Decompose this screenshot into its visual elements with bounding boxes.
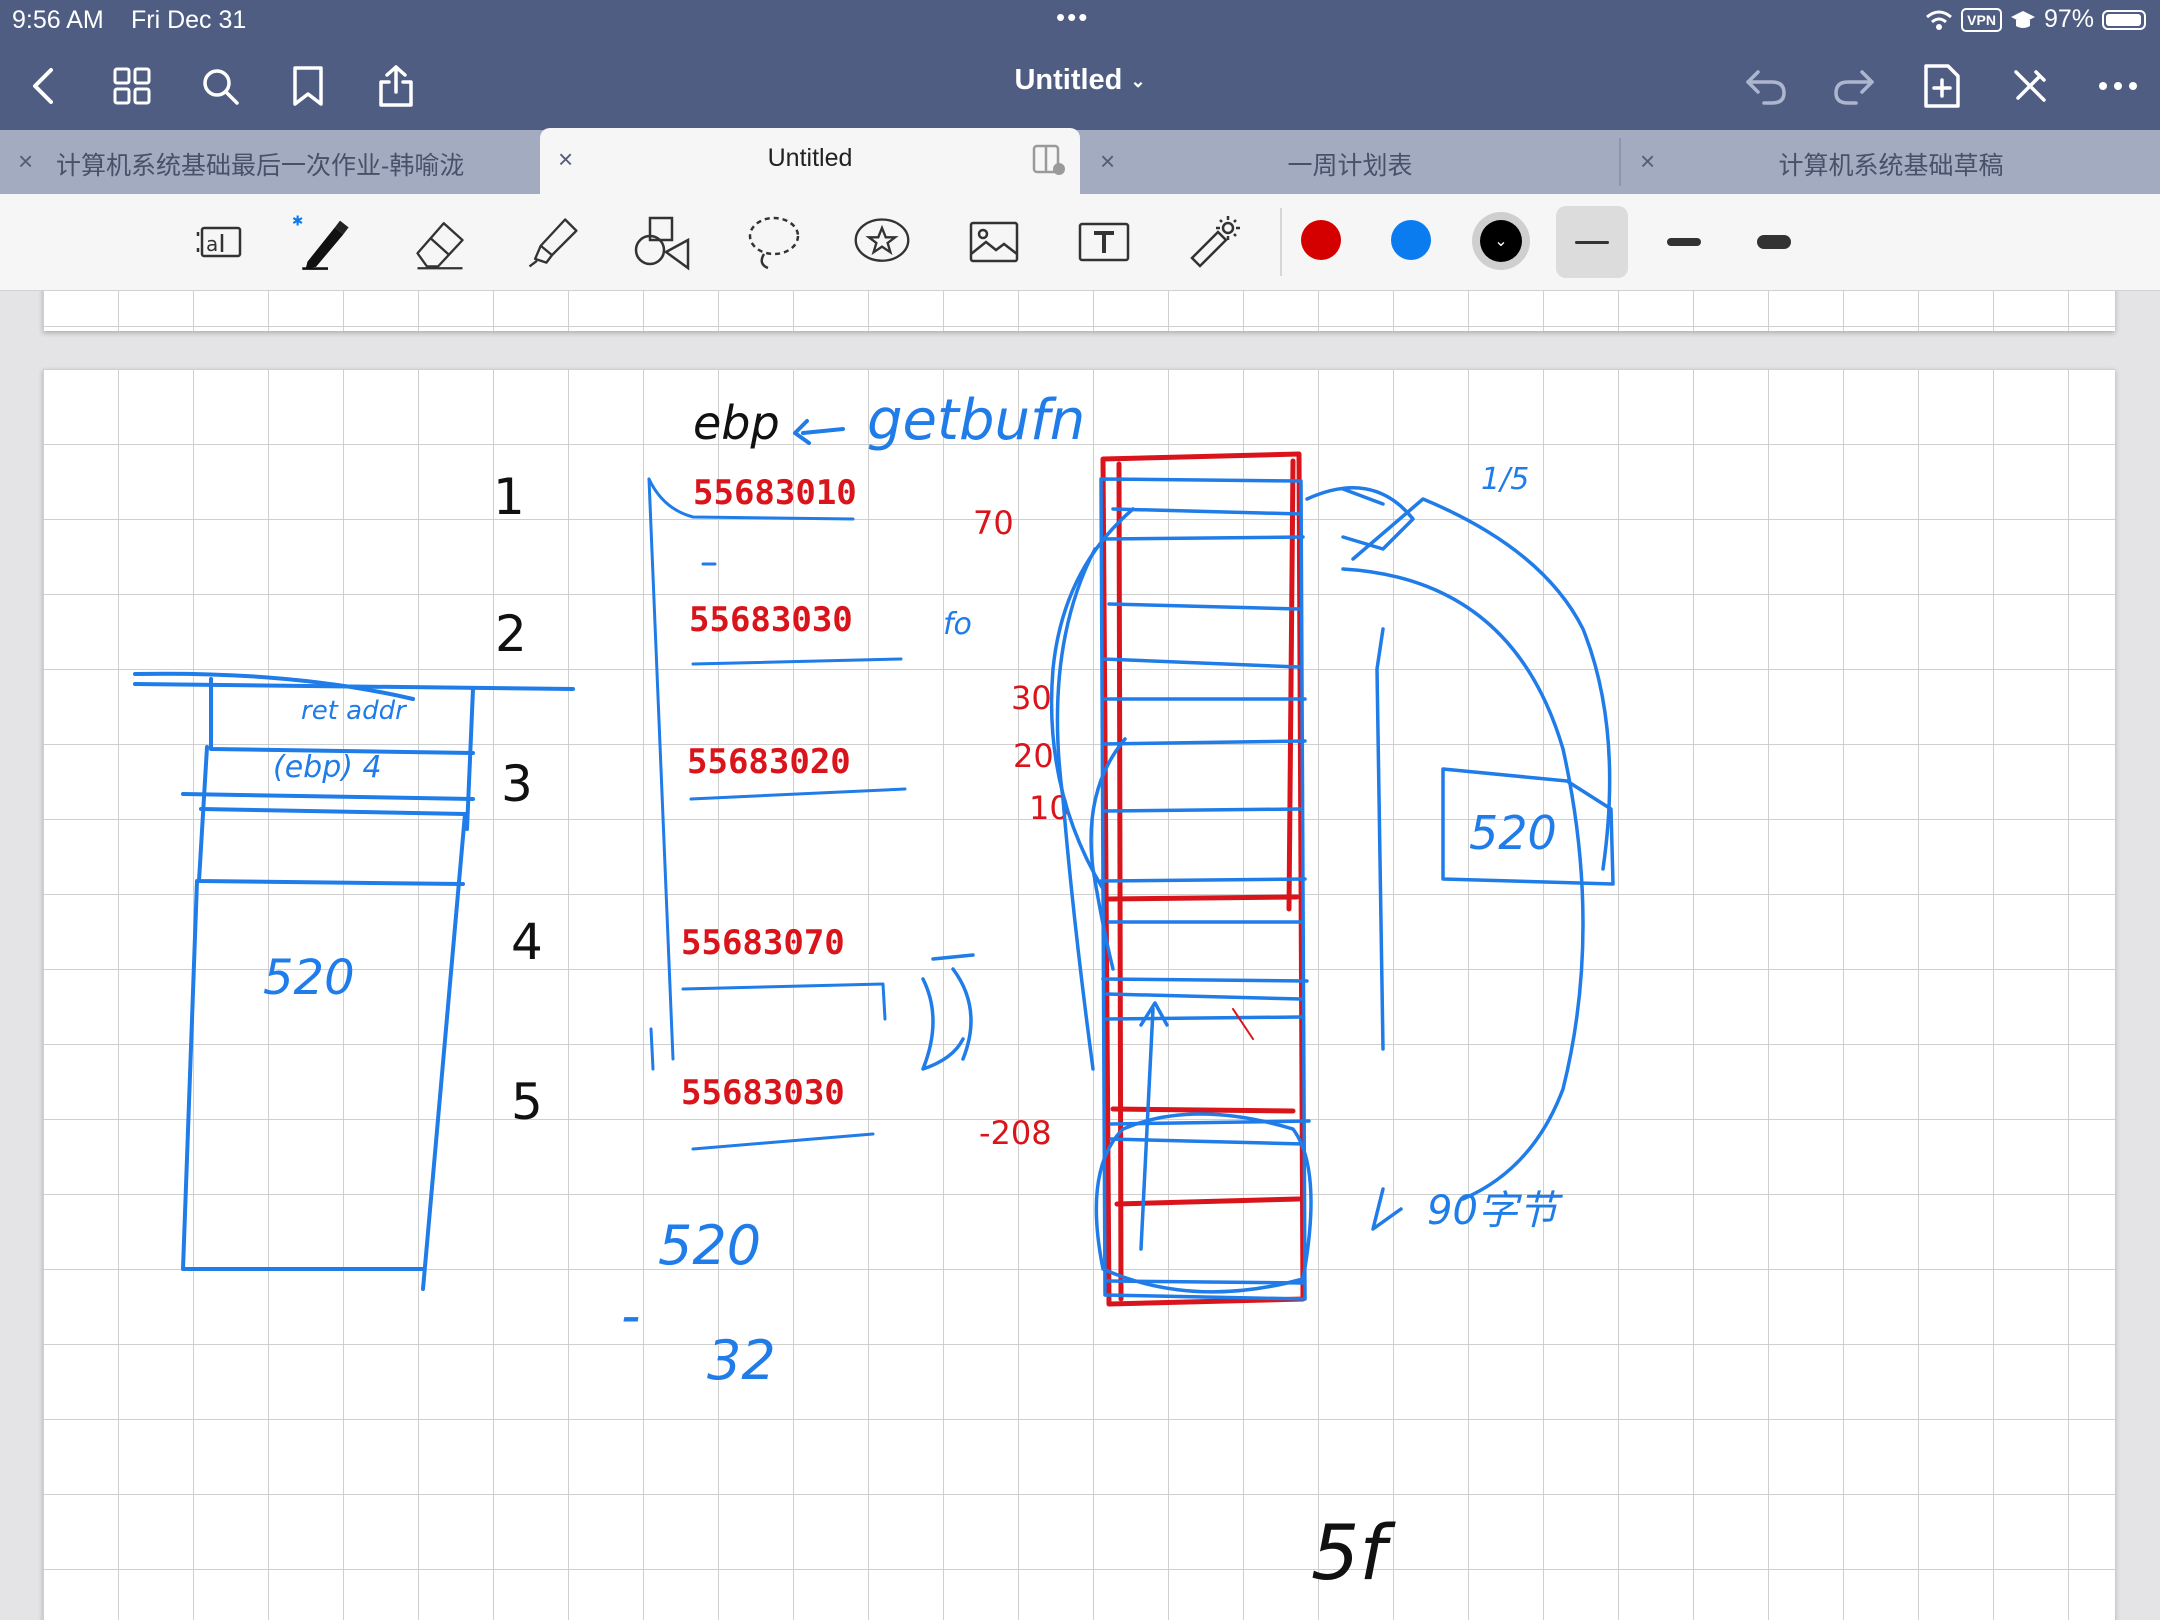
pen-icon[interactable]: ✱ <box>292 212 352 272</box>
wifi-icon <box>1926 10 1953 30</box>
vpn-badge: VPN <box>1961 7 2002 32</box>
tab-draft[interactable]: × 计算机系统基础草稿 <box>1622 130 2160 194</box>
scan-text-icon[interactable]: a <box>190 212 250 272</box>
left-box-size-note: 520 <box>263 950 355 1006</box>
tab-divider <box>1619 138 1621 186</box>
graduation-cap-icon <box>2010 10 2035 28</box>
status-bar: 9:56 AM Fri Dec 31 ••• VPN 97% <box>0 0 2160 40</box>
address-item: 55683010 <box>693 473 857 513</box>
close-tab-icon[interactable]: × <box>18 146 33 177</box>
calc-32: 32 <box>707 1329 776 1392</box>
laser-pointer-icon[interactable] <box>1184 212 1244 272</box>
ebp-label: ebp <box>693 396 780 450</box>
toolbar-divider <box>1280 208 1282 276</box>
address-underlines <box>647 477 907 1151</box>
sticker-icon[interactable] <box>852 212 912 272</box>
previous-page[interactable] <box>43 291 2115 331</box>
undo-icon[interactable] <box>1742 62 1790 110</box>
battery-icon <box>2102 9 2146 30</box>
add-page-icon[interactable] <box>1918 62 1966 110</box>
fraction-note: 1/5 <box>1481 462 1529 497</box>
ink-layer[interactable]: ret addr (ebp) 4 520 1 2 3 4 5 ebp getbu… <box>43 369 2115 1620</box>
calc-520: 520 <box>658 1214 761 1277</box>
status-right: VPN 97% <box>1925 5 2146 34</box>
address-item: 55683030 <box>689 600 853 640</box>
offset-item: 20 <box>1013 737 1054 775</box>
bytes-note: 90字节 <box>1427 1188 1564 1234</box>
fo-note: fo <box>943 607 972 642</box>
row-number: 4 <box>511 913 543 971</box>
red-tick <box>1232 1008 1254 1040</box>
address-item: 55683030 <box>681 1073 845 1113</box>
note-page[interactable]: ret addr (ebp) 4 520 1 2 3 4 5 ebp getbu… <box>43 369 2115 1620</box>
getbufn-label: getbufn <box>867 388 1085 453</box>
stroke-thin-option[interactable] <box>1556 206 1628 278</box>
row-numbers: 1 2 3 4 5 <box>493 468 543 1131</box>
stroke-medium-option[interactable] <box>1648 206 1720 278</box>
tab-label: Untitled <box>767 144 853 172</box>
chevron-down-icon: ⌄ <box>1480 220 1522 262</box>
split-view-icon[interactable] <box>1032 144 1066 176</box>
address-item: 55683020 <box>687 742 851 782</box>
navigation-bar: Untitled ⌄ <box>0 40 2160 130</box>
color-black-swatch-selected[interactable]: ⌄ <box>1472 212 1530 270</box>
svg-text:a: a <box>206 232 218 256</box>
row-number: 1 <box>493 468 525 526</box>
svg-text:✱: ✱ <box>292 214 303 230</box>
status-date: Fri Dec 31 <box>131 6 247 34</box>
ret-addr-note: ret addr <box>301 696 408 726</box>
document-title-label: Untitled <box>1014 64 1123 96</box>
tab-label: 计算机系统基础草稿 <box>1778 152 2004 180</box>
ebp-note: (ebp) 4 <box>273 750 382 785</box>
arrow-left-icon <box>793 419 845 445</box>
offset-item: 30 <box>1011 679 1052 717</box>
lasso-icon[interactable] <box>744 212 804 272</box>
shapes-icon[interactable] <box>632 212 692 272</box>
tab-untitled[interactable]: × Untitled <box>540 128 1080 194</box>
stroke-thick-option[interactable] <box>1738 206 1810 278</box>
calc-minus: - <box>621 1284 641 1347</box>
text-box-icon[interactable] <box>1074 212 1134 272</box>
row-number: 5 <box>511 1073 543 1131</box>
offset-list: 70 30 20 10 -208 <box>973 504 1070 1152</box>
offset-item: -208 <box>979 1114 1052 1152</box>
canvas-area[interactable]: ret addr (ebp) 4 520 1 2 3 4 5 ebp getbu… <box>0 291 2160 1620</box>
pen-off-icon[interactable] <box>2006 62 2054 110</box>
status-time: 9:56 AM <box>12 6 104 34</box>
color-red-swatch[interactable] <box>1301 220 1341 260</box>
more-icon[interactable] <box>2094 62 2142 110</box>
multitasking-dots-icon[interactable]: ••• <box>1056 2 1089 33</box>
image-icon[interactable] <box>964 212 1024 272</box>
right-box-size-note: 520 <box>1469 806 1557 860</box>
battery-percent: 97% <box>2043 5 2094 33</box>
redo-icon[interactable] <box>1830 62 1878 110</box>
row-number: 3 <box>501 755 533 813</box>
tab-bar: × 计算机系统基础最后一次作业-韩喻泷 × Untitled × 一周计划表 ×… <box>0 128 2160 194</box>
offset-item: 70 <box>973 504 1014 542</box>
tool-bar: a ✱ ⌄ <box>0 194 2160 291</box>
row-number: 2 <box>495 605 527 663</box>
address-item: 55683070 <box>681 923 845 963</box>
tab-label: 计算机系统基础最后一次作业-韩喻泷 <box>56 152 465 180</box>
highlighter-icon[interactable] <box>522 212 582 272</box>
tab-homework[interactable]: × 计算机系统基础最后一次作业-韩喻泷 <box>0 130 538 194</box>
chevron-down-icon: ⌄ <box>1130 70 1146 91</box>
eraser-icon[interactable] <box>410 212 470 272</box>
tab-label: 一周计划表 <box>1287 152 1413 180</box>
color-blue-swatch[interactable] <box>1391 220 1431 260</box>
tab-weekly-plan[interactable]: × 一周计划表 <box>1082 130 1618 194</box>
note-5f: 5f <box>1311 1508 1396 1597</box>
